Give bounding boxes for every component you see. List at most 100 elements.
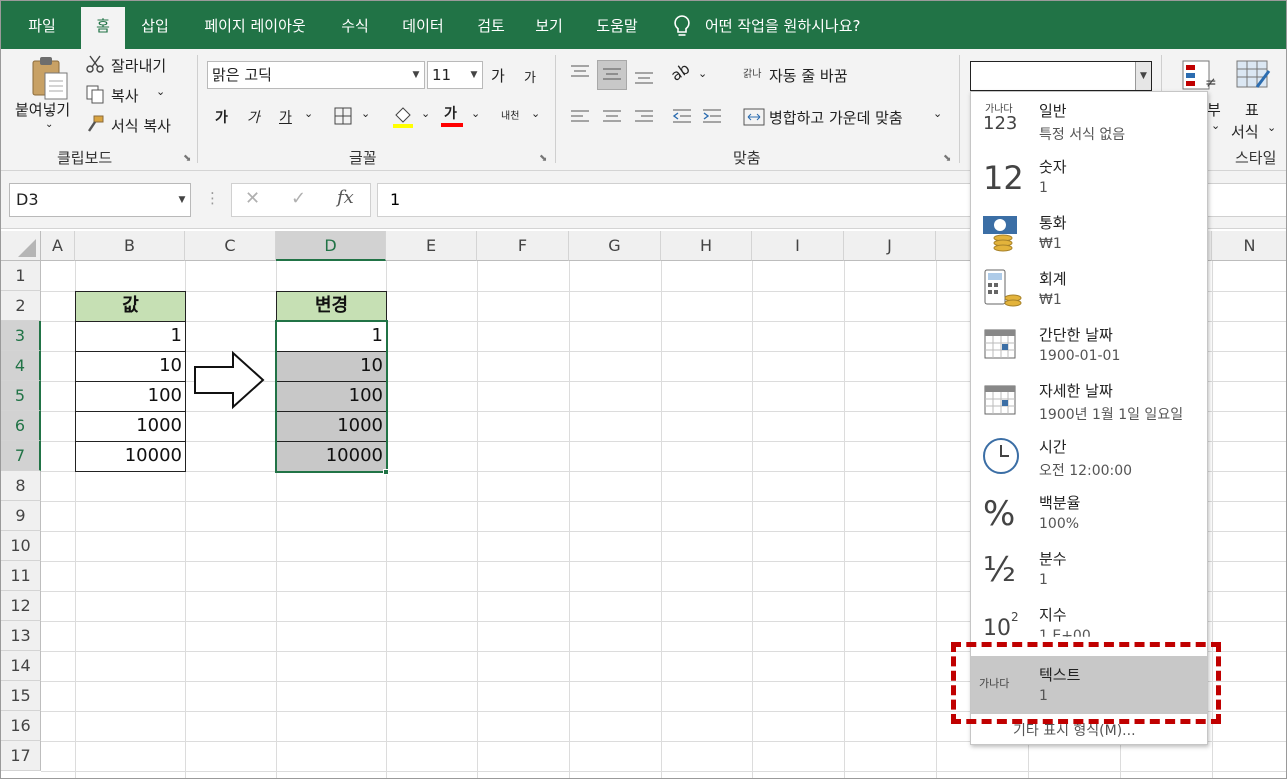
name-box-dropdown-icon[interactable]: ▼	[174, 184, 190, 216]
format-painter-button[interactable]: 서식 복사	[111, 115, 171, 136]
cut-button[interactable]: 잘라내기	[111, 55, 166, 76]
row-header-selected[interactable]: 4	[1, 351, 41, 381]
format-option-time[interactable]: 시간 오전 12:00:00	[971, 428, 1207, 484]
column-header[interactable]: N	[1212, 231, 1286, 261]
row-header[interactable]: 2	[1, 291, 41, 321]
number-format-dropdown-icon[interactable]: ▼	[1135, 62, 1151, 90]
format-option-number[interactable]: 12 숫자 1	[971, 148, 1207, 204]
column-header[interactable]: H	[661, 231, 752, 261]
font-launcher-icon[interactable]: ⬊	[539, 153, 547, 164]
format-option-fraction[interactable]: ½ 분수 1	[971, 540, 1207, 596]
tab-review[interactable]: 검토	[467, 7, 515, 49]
alignment-launcher-icon[interactable]: ⬊	[943, 153, 951, 164]
format-option-general[interactable]: 가나다 123 일반 특정 서식 없음	[971, 92, 1207, 148]
phonetic-guide-button[interactable]: 내천	[501, 107, 519, 122]
fill-color-dropdown-chevron-icon[interactable]: ⌄	[421, 107, 430, 120]
increase-indent-icon[interactable]	[701, 107, 723, 127]
align-right-icon[interactable]	[633, 107, 655, 127]
row-header[interactable]: 14	[1, 651, 41, 681]
tab-view[interactable]: 보기	[525, 7, 573, 49]
tab-data[interactable]: 데이터	[391, 7, 455, 49]
row-header-selected[interactable]: 6	[1, 411, 41, 441]
font-name-dropdown-icon[interactable]: ▼	[408, 62, 424, 88]
row-header[interactable]: 10	[1, 531, 41, 561]
merge-dropdown-chevron-icon[interactable]: ⌄	[933, 107, 942, 120]
changed-header-cell[interactable]: 변경	[276, 291, 387, 322]
bold-button[interactable]: 가	[215, 107, 228, 127]
format-as-table-label[interactable]: 표	[1245, 99, 1259, 120]
column-header[interactable]: E	[386, 231, 477, 261]
cancel-icon[interactable]: ✕	[245, 188, 260, 209]
clipboard-launcher-icon[interactable]: ⬊	[183, 153, 191, 164]
number-format-combo[interactable]: ▼	[970, 61, 1152, 91]
row-header-selected[interactable]: 7	[1, 441, 41, 471]
font-color-button[interactable]: 가	[444, 103, 457, 123]
underline-dropdown-chevron-icon[interactable]: ⌄	[304, 107, 313, 120]
borders-icon[interactable]	[333, 106, 353, 126]
table-format-dropdown-chevron-icon[interactable]: ⌄	[1267, 121, 1276, 134]
conditional-dropdown-chevron-icon[interactable]: ⌄	[1211, 119, 1220, 132]
paste-icon[interactable]	[29, 55, 71, 101]
tell-me-search[interactable]: 어떤 작업을 원하시나요?	[705, 7, 895, 49]
column-header[interactable]: F	[477, 231, 569, 261]
phonetic-dropdown-chevron-icon[interactable]: ⌄	[531, 107, 540, 120]
value-cell[interactable]: 1	[75, 322, 186, 350]
merge-center-button[interactable]: 병합하고 가운데 맞춤	[769, 107, 903, 128]
right-arrow-shape[interactable]	[191, 349, 271, 411]
align-top-icon[interactable]	[569, 63, 591, 83]
conditional-formatting-icon[interactable]: ≠	[1181, 57, 1219, 93]
value-cell[interactable]: 1000	[75, 412, 186, 440]
tab-formulas[interactable]: 수식	[331, 7, 379, 49]
column-header[interactable]: A	[41, 231, 75, 261]
select-all-corner[interactable]	[1, 231, 41, 261]
copy-button[interactable]: 복사	[111, 85, 139, 106]
row-header[interactable]: 13	[1, 621, 41, 651]
increase-font-button[interactable]: 가	[491, 65, 505, 86]
row-header-selected[interactable]: 3	[1, 321, 41, 351]
format-option-long-date[interactable]: 자세한 날짜 1900년 1월 1일 일요일	[971, 372, 1207, 428]
orientation-icon[interactable]: ab	[668, 59, 694, 84]
enter-check-icon[interactable]: ✓	[291, 188, 306, 209]
insert-function-icon[interactable]: fx	[337, 187, 354, 208]
format-option-accounting[interactable]: 회계 ₩1	[971, 260, 1207, 316]
row-header[interactable]: 12	[1, 591, 41, 621]
tab-insert[interactable]: 삽입	[131, 7, 179, 49]
align-left-icon[interactable]	[569, 107, 591, 127]
borders-dropdown-chevron-icon[interactable]: ⌄	[361, 107, 370, 120]
row-header[interactable]: 11	[1, 561, 41, 591]
fill-handle[interactable]	[383, 469, 389, 475]
row-header-selected[interactable]: 5	[1, 381, 41, 411]
copy-dropdown-chevron-icon[interactable]: ⌄	[156, 85, 165, 98]
value-cell[interactable]: 10	[75, 352, 186, 380]
column-header-selected[interactable]: D	[276, 231, 386, 261]
tab-page-layout[interactable]: 페이지 레이아웃	[189, 7, 321, 49]
value-cell[interactable]: 100	[75, 382, 186, 410]
decrease-font-button[interactable]: 가	[524, 67, 536, 86]
format-as-table-format-label[interactable]: 서식	[1231, 121, 1259, 142]
italic-button[interactable]: 가	[247, 107, 260, 127]
paste-button[interactable]: 붙여넣기	[15, 99, 70, 120]
font-size-dropdown-icon[interactable]: ▼	[466, 62, 482, 88]
font-size-combo[interactable]: 11 ▼	[427, 61, 483, 89]
row-header[interactable]: 17	[1, 741, 41, 771]
decrease-indent-icon[interactable]	[671, 107, 693, 127]
tab-home[interactable]: 홈	[81, 7, 125, 49]
column-header[interactable]: J	[844, 231, 936, 261]
orientation-dropdown-chevron-icon[interactable]: ⌄	[698, 67, 707, 80]
wrap-text-button[interactable]: 자동 줄 바꿈	[769, 65, 848, 86]
row-header[interactable]: 1	[1, 261, 41, 291]
paste-dropdown-chevron-icon[interactable]: ⌄	[45, 119, 53, 130]
value-header-cell[interactable]: 값	[75, 291, 186, 322]
format-as-table-icon[interactable]	[1235, 57, 1275, 93]
column-header[interactable]: B	[75, 231, 185, 261]
row-header[interactable]: 9	[1, 501, 41, 531]
font-name-combo[interactable]: 맑은 고딕 ▼	[207, 61, 425, 89]
tab-help[interactable]: 도움말	[585, 7, 649, 49]
underline-button[interactable]: 가	[279, 107, 292, 127]
format-option-percentage[interactable]: % 백분율 100%	[971, 484, 1207, 540]
align-center-icon[interactable]	[601, 107, 623, 127]
value-cell[interactable]: 10000	[75, 442, 186, 470]
row-header[interactable]: 15	[1, 681, 41, 711]
name-box[interactable]: D3 ▼	[9, 183, 191, 217]
format-option-short-date[interactable]: 간단한 날짜 1900-01-01	[971, 316, 1207, 372]
